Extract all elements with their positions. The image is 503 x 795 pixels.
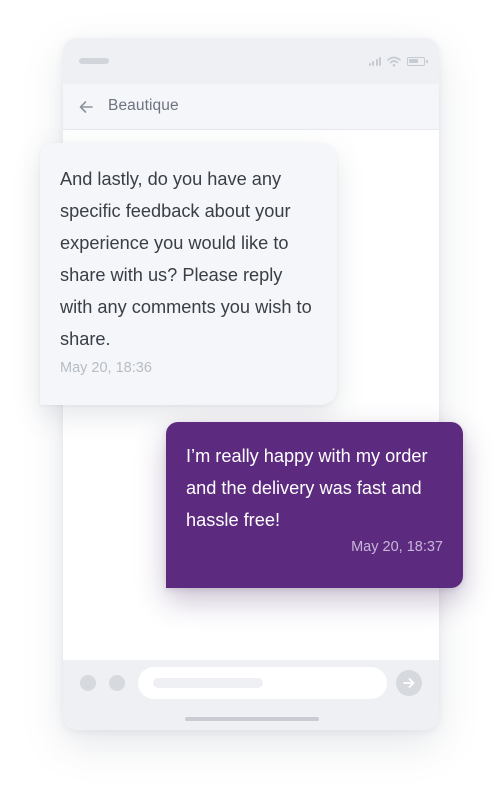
home-indicator <box>185 717 319 721</box>
emoji-dot-icon[interactable] <box>109 675 125 691</box>
status-bar <box>63 38 439 84</box>
attachment-dot-icon[interactable] <box>80 675 96 691</box>
incoming-message-bubble: And lastly, do you have any specific fee… <box>40 143 337 405</box>
send-button[interactable] <box>396 670 422 696</box>
signal-icon <box>367 56 381 66</box>
incoming-message-time: May 20, 18:36 <box>60 360 152 376</box>
message-input[interactable] <box>138 667 387 699</box>
input-placeholder-line <box>153 678 263 688</box>
outgoing-message-time: May 20, 18:37 <box>351 539 443 555</box>
battery-icon <box>407 56 428 66</box>
status-pill <box>79 58 109 64</box>
incoming-message-text: And lastly, do you have any specific fee… <box>60 169 312 349</box>
arrow-right-icon <box>403 678 415 688</box>
wifi-icon <box>387 56 401 67</box>
chat-header: Beautique <box>63 84 439 130</box>
chat-title: Beautique <box>108 97 179 114</box>
status-icons <box>367 55 428 67</box>
message-composer <box>63 660 439 730</box>
outgoing-message-bubble: I’m really happy with my order and the d… <box>166 422 463 588</box>
arrow-left-icon[interactable] <box>77 98 95 116</box>
outgoing-message-text: I’m really happy with my order and the d… <box>186 446 428 530</box>
